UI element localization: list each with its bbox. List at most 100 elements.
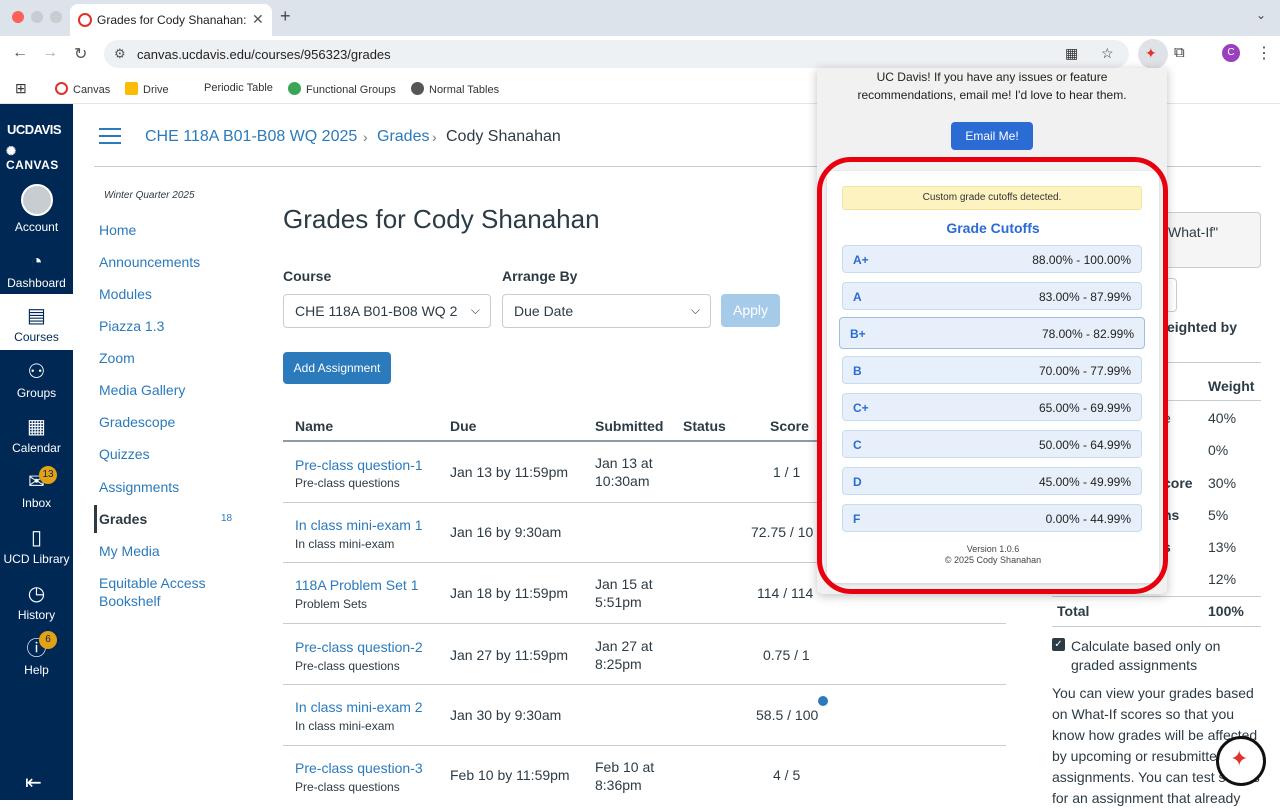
due-date: Jan 18 by 11:59pm: [450, 585, 569, 601]
close-window-icon[interactable]: [12, 11, 24, 23]
course-select[interactable]: CHE 118A B01-B08 WQ 2 ⌵: [283, 294, 491, 328]
assignment-link[interactable]: Pre-class question-1: [295, 456, 423, 474]
assignment-group: Pre-class questions: [295, 476, 400, 490]
due-date: Jan 13 by 11:59pm: [450, 464, 569, 480]
popup-intro: UC Davis! If you have any issues or feat…: [857, 70, 1127, 102]
minimize-window-icon[interactable]: [31, 11, 43, 23]
column-header-status[interactable]: Status: [683, 418, 726, 434]
column-header-due[interactable]: Due: [450, 418, 476, 434]
assignment-group: Problem Sets: [295, 597, 368, 611]
nav-inbox[interactable]: ✉ Inbox: [0, 468, 73, 510]
course-nav-media-gallery[interactable]: Media Gallery: [99, 381, 185, 399]
bookmark-star-icon[interactable]: ☆: [1101, 45, 1114, 62]
collapse-nav-icon[interactable]: ⇤: [25, 770, 42, 795]
bookmark-periodic-table[interactable]: Periodic Table: [204, 82, 273, 94]
course-nav-assignments[interactable]: Assignments: [99, 478, 179, 496]
tab-search-icon[interactable]: ⌄: [1256, 8, 1266, 22]
bookmark-canvas[interactable]: Canvas: [55, 82, 110, 96]
highlight-annotation-outline: [817, 157, 1168, 594]
course-nav-quizzes[interactable]: Quizzes: [99, 445, 150, 463]
account-avatar-icon: [20, 184, 53, 216]
add-assignment-button[interactable]: Add Assignment: [283, 352, 391, 384]
apply-button[interactable]: Apply: [721, 294, 780, 327]
tab-title: Grades for Cody Shanahan: C: [97, 13, 247, 27]
course-nav-my-media[interactable]: My Media: [99, 542, 160, 560]
email-me-button[interactable]: Email Me!: [951, 122, 1033, 150]
assignment-group: In class mini-exam: [295, 537, 395, 551]
nav-account[interactable]: Account: [0, 184, 73, 234]
score: 1 / 1: [773, 464, 801, 480]
due-date: Jan 27 by 11:59pm: [450, 647, 569, 663]
qr-code-icon[interactable]: ▦: [1065, 45, 1078, 62]
extension-floating-button[interactable]: ✦: [1216, 736, 1266, 786]
course-nav-equitable-access[interactable]: Equitable Access: [99, 574, 206, 592]
address-bar[interactable]: ⚙ canvas.ucdavis.edu/courses/956323/grad…: [104, 40, 1129, 68]
course-nav-piazza[interactable]: Piazza 1.3: [99, 317, 164, 335]
site-info-icon[interactable]: ⚙: [114, 46, 126, 62]
inbox-icon: ✉: [28, 471, 45, 493]
column-header-submitted[interactable]: Submitted: [595, 418, 663, 434]
forward-icon[interactable]: →: [42, 44, 58, 62]
course-nav-announcements[interactable]: Announcements: [99, 253, 200, 271]
grade-extension-button[interactable]: ✦: [1138, 39, 1168, 69]
assignment-link[interactable]: Pre-class question-3: [295, 759, 423, 777]
apps-grid-icon[interactable]: ⊞: [15, 80, 27, 97]
profile-avatar[interactable]: C: [1222, 44, 1240, 62]
assignment-link[interactable]: In class mini-exam 2: [295, 698, 423, 716]
column-header-name[interactable]: Name: [295, 418, 333, 434]
zoom-window-icon[interactable]: [50, 11, 62, 23]
nav-groups[interactable]: ⚇ Groups: [0, 358, 73, 400]
checkbox-label[interactable]: Calculate based only on: [1071, 638, 1220, 654]
bookmark-drive[interactable]: Drive: [125, 82, 169, 96]
arrange-by-select[interactable]: Due Date ⌵: [502, 294, 711, 328]
ucdavis-logo[interactable]: UCDAVIS: [7, 122, 62, 137]
reload-icon[interactable]: ↻: [74, 44, 87, 64]
score: 58.5 / 100: [756, 707, 819, 723]
nav-dashboard[interactable]: ◔ Dashboard: [0, 248, 73, 290]
show-what-if-button[interactable]: What-If": [1163, 212, 1261, 268]
nav-courses[interactable]: ▤ Courses: [0, 294, 73, 350]
assignment-link[interactable]: In class mini-exam 1: [295, 516, 423, 534]
bookmark-normal-tables[interactable]: Normal Tables: [411, 82, 499, 96]
nav-ucd-library[interactable]: ▯ UCD Library: [0, 524, 73, 566]
weights-divider: [1052, 596, 1261, 597]
nav-history[interactable]: ◷ History: [0, 580, 73, 622]
due-date: Jan 30 by 9:30am: [450, 707, 562, 723]
groups-people-icon: ⚇: [27, 361, 46, 383]
submitted-time: 8:25pm: [595, 656, 642, 672]
canvas-logo[interactable]: ✺ CANVAS: [6, 144, 73, 172]
new-tab-icon[interactable]: +: [280, 6, 291, 27]
url-text[interactable]: canvas.ucdavis.edu/courses/956323/grades: [137, 47, 391, 62]
term-label: Winter Quarter 2025: [104, 190, 195, 201]
course-nav-bookshelf[interactable]: Bookshelf: [99, 592, 160, 610]
course-nav-home[interactable]: Home: [99, 221, 136, 239]
close-tab-icon[interactable]: ✕: [252, 11, 264, 28]
breadcrumb-grades[interactable]: Grades: [377, 128, 429, 146]
back-icon[interactable]: ←: [12, 44, 28, 62]
score: 0.75 / 1: [763, 647, 810, 663]
course-nav-zoom[interactable]: Zoom: [99, 349, 135, 367]
weight-value: 12%: [1208, 571, 1237, 587]
course-menu-toggle-icon[interactable]: [99, 128, 121, 149]
score: 4 / 5: [773, 767, 801, 783]
assignment-link[interactable]: Pre-class question-2: [295, 638, 423, 656]
score: 114 / 114: [757, 585, 814, 601]
grades-count-badge: 18: [221, 513, 233, 524]
course-nav-modules[interactable]: Modules: [99, 285, 152, 303]
course-nav-gradescope[interactable]: Gradescope: [99, 413, 175, 431]
assignment-link[interactable]: 118A Problem Set 1: [295, 576, 418, 594]
column-header-score[interactable]: Score: [770, 418, 809, 434]
browser-menu-icon[interactable]: ⋮: [1256, 43, 1272, 63]
course-nav-grades[interactable]: Grades: [99, 510, 147, 528]
breadcrumb-course[interactable]: CHE 118A B01-B08 WQ 2025: [145, 128, 357, 146]
nav-calendar[interactable]: ▦ Calendar: [0, 413, 73, 455]
nav-help[interactable]: ⓘ Help: [0, 635, 73, 677]
extensions-puzzle-icon[interactable]: ⧉: [1174, 44, 1185, 61]
checkbox-label[interactable]: graded assignments: [1071, 657, 1197, 673]
compass-star-icon: ✦: [1230, 746, 1249, 771]
bookmark-functional-groups[interactable]: Functional Groups: [288, 82, 396, 96]
browser-tab[interactable]: Grades for Cody Shanahan: C ✕: [70, 4, 272, 36]
assignment-group: Pre-class questions: [295, 780, 400, 794]
graded-only-checkbox[interactable]: ✓: [1052, 638, 1065, 651]
weight-value: 0%: [1208, 442, 1229, 458]
